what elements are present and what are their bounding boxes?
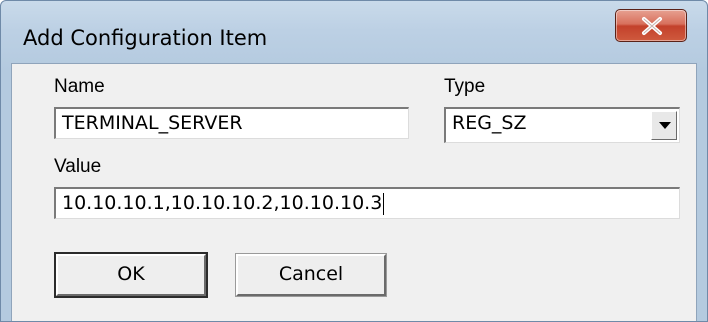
name-input-value: TERMINAL_SERVER [62,112,243,134]
ok-button[interactable]: OK [54,252,208,298]
title-bar[interactable]: Add Configuration Item [1,1,707,63]
close-icon [642,17,662,35]
value-input-value: 10.10.10.1,10.10.10.2,10.10.10.3 [62,192,383,214]
cancel-button[interactable]: Cancel [235,253,387,297]
close-button[interactable] [615,9,687,42]
type-dropdown-button[interactable] [651,111,677,140]
dialog-body: Name TERMINAL_SERVER Type REG_SZ Value 1… [11,63,697,321]
type-select-value: REG_SZ [452,112,527,134]
value-label: Value [54,156,102,177]
text-caret [383,192,385,215]
dialog-title: Add Configuration Item [23,26,268,50]
name-input[interactable]: TERMINAL_SERVER [54,107,409,139]
type-select[interactable]: REG_SZ [444,107,680,143]
type-label: Type [444,76,486,97]
value-input[interactable]: 10.10.10.1,10.10.10.2,10.10.10.3 [54,187,680,219]
add-configuration-item-dialog: Add Configuration Item Name TERMINAL_SER… [0,0,708,322]
name-label: Name [54,76,105,97]
chevron-down-icon [659,122,671,129]
